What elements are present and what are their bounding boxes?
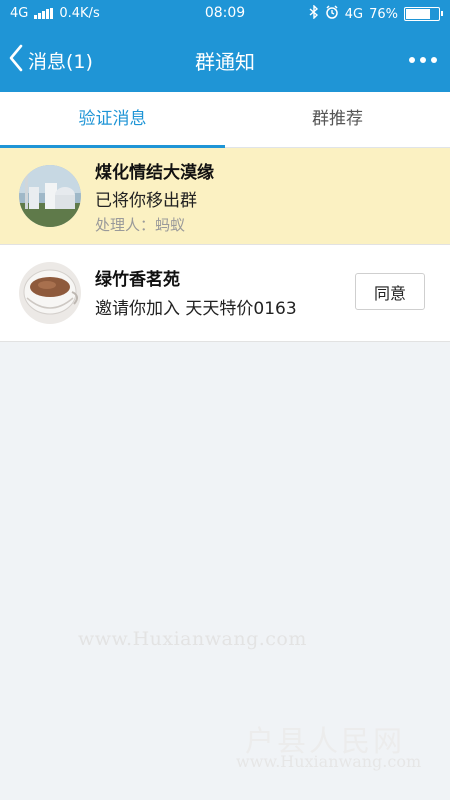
more-options-button[interactable] <box>406 48 440 72</box>
notification-message: 已将你移出群 <box>95 191 197 211</box>
battery-icon <box>404 7 443 21</box>
list-item[interactable]: 绿竹香茗苑 邀请你加入 天天特价0163 同意 <box>0 245 450 342</box>
tab-bar: 验证消息 群推荐 <box>0 92 450 148</box>
nav-bar: 消息(1) 群通知 <box>0 28 450 92</box>
chevron-left-icon <box>8 44 24 76</box>
group-name: 煤化情结大漠缘 <box>95 163 214 183</box>
more-dots-icon <box>409 57 415 63</box>
bluetooth-icon <box>309 4 319 23</box>
handler-text: 处理人：蚂蚁 <box>95 216 186 234</box>
status-right: 4G 76% <box>309 4 443 23</box>
notification-message: 邀请你加入 天天特价0163 <box>95 299 297 319</box>
network-type-right: 4G <box>344 6 364 22</box>
back-label: 消息(1) <box>28 50 93 73</box>
notification-list: 煤化情结大漠缘 已将你移出群 处理人：蚂蚁 绿竹香茗苑 邀请你加入 天天特价01… <box>0 148 450 342</box>
battery-percent: 76% <box>369 6 398 22</box>
alarm-icon <box>325 5 339 23</box>
watermark-url: www.Huxianwang.com <box>78 628 307 650</box>
status-bar: 4G 0.4K/s 08:09 4G 76% <box>0 0 450 28</box>
agree-button[interactable]: 同意 <box>355 273 425 310</box>
avatar <box>19 262 81 324</box>
group-name: 绿竹香茗苑 <box>95 270 180 290</box>
back-button[interactable]: 消息(1) <box>8 44 93 76</box>
tab-verification-messages[interactable]: 验证消息 <box>0 92 225 148</box>
list-item[interactable]: 煤化情结大漠缘 已将你移出群 处理人：蚂蚁 <box>0 148 450 245</box>
battery-fill <box>406 9 430 19</box>
watermark-url-small: www.Huxianwang.com <box>236 752 422 771</box>
tab-group-recommendations[interactable]: 群推荐 <box>225 92 450 147</box>
avatar <box>19 165 81 227</box>
